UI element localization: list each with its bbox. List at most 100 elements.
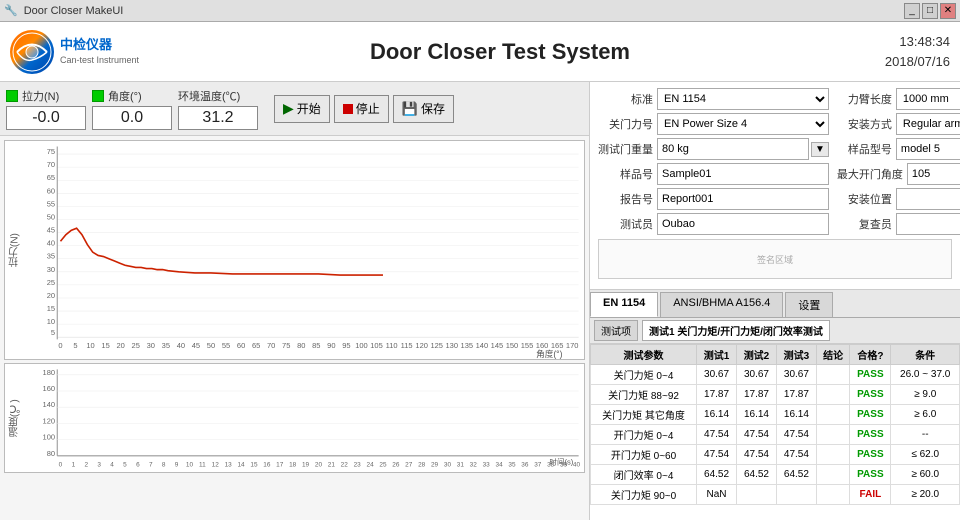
svg-text:40: 40 [47, 239, 55, 248]
svg-text:19: 19 [302, 462, 310, 469]
svg-text:7: 7 [149, 462, 153, 469]
conclusion-cell [816, 465, 850, 485]
tab-en1154[interactable]: EN 1154 [590, 292, 658, 317]
force-label: 拉力(N) [22, 88, 59, 104]
start-button[interactable]: ▶ 开始 [274, 95, 330, 123]
anzhuangweizhi-input[interactable] [896, 188, 960, 210]
ceshiren-input[interactable] [657, 213, 829, 235]
table-row: 关门力矩 其它角度16.1416.1416.14PASS≥ 6.0 [591, 405, 960, 425]
biaozhun-select[interactable]: EN 1154 [657, 88, 829, 110]
svg-text:25: 25 [132, 341, 140, 350]
conclusion-cell [816, 385, 850, 405]
signature-placeholder: 签名区域 [757, 253, 793, 266]
svg-text:60: 60 [237, 341, 245, 350]
anzhuang-row: 安装方式 Regular arm mounted [837, 113, 960, 135]
tab-ansi[interactable]: ANSI/BHMA A156.4 [660, 292, 783, 317]
svg-text:35: 35 [47, 252, 55, 261]
data-cell: 关门力矩 其它角度 [591, 405, 697, 425]
zuidakaimen-row: 最大开门角度 [837, 163, 960, 185]
tab-settings[interactable]: 设置 [785, 292, 833, 317]
logo-area: 中检仪器 Can-test Instrument [10, 30, 170, 74]
save-button[interactable]: 💾 保存 [393, 95, 454, 123]
conclusion-cell [816, 485, 850, 505]
data-cell: 关门力矩 90~0 [591, 485, 697, 505]
yangpinhao-input[interactable] [657, 163, 829, 185]
svg-text:75: 75 [47, 147, 55, 156]
angle-value: 0.0 [92, 106, 172, 130]
data-cell: -- [891, 425, 960, 445]
button-group: ▶ 开始 停止 💾 保存 [274, 95, 454, 123]
svg-text:9: 9 [175, 462, 179, 469]
data-cell: 47.54 [697, 445, 737, 465]
temp-time-chart: 温度(℃) 180 160 140 120 100 80 [4, 363, 585, 473]
svg-text:10: 10 [86, 341, 94, 350]
fuyuan-label: 复查员 [837, 216, 892, 232]
anzhuang-select[interactable]: Regular arm mounted [896, 113, 960, 135]
svg-text:2: 2 [84, 462, 88, 469]
data-cell: 开门力矩 0~60 [591, 445, 697, 465]
pass-fail-cell: PASS [850, 425, 891, 445]
angle-indicator [92, 90, 104, 102]
svg-text:30: 30 [147, 341, 155, 350]
close-button[interactable]: ✕ [940, 3, 956, 19]
svg-text:65: 65 [252, 341, 260, 350]
svg-text:6: 6 [136, 462, 140, 469]
chart-container: 拉力(N) 75 70 65 60 55 50 45 [0, 136, 589, 520]
pass-fail-cell: PASS [850, 405, 891, 425]
svg-text:5: 5 [123, 462, 127, 469]
svg-text:36: 36 [521, 462, 529, 469]
data-cell: 47.54 [776, 425, 816, 445]
force-indicator [6, 90, 18, 102]
zhongliang-input[interactable] [657, 138, 809, 160]
save-icon: 💾 [402, 101, 418, 117]
yangpinxing-input[interactable] [896, 138, 960, 160]
svg-text:35: 35 [508, 462, 516, 469]
sub-tab-test-items[interactable]: 测试项 [594, 320, 638, 341]
svg-text:80: 80 [297, 341, 305, 350]
biaozhun-label: 标准 [598, 91, 653, 107]
svg-text:45: 45 [47, 226, 55, 235]
svg-text:16: 16 [263, 462, 271, 469]
angle-label: 角度(°) [108, 88, 142, 104]
tab-bar: EN 1154 ANSI/BHMA A156.4 设置 [590, 290, 960, 318]
title-bar-text: Door Closer MakeUI [24, 5, 124, 17]
conclusion-cell [816, 365, 850, 385]
data-cell: 47.54 [737, 445, 777, 465]
results-table-wrap[interactable]: 测试参数 测试1 测试2 测试3 结论 合格? 条件 关门力矩 0~430.67… [590, 344, 960, 520]
svg-text:100: 100 [355, 341, 368, 350]
zhongliang-dropdown[interactable]: ▼ [811, 142, 829, 157]
content-area: 拉力(N) -0.0 角度(°) 0.0 环境温度(℃) 31.2 ▶ [0, 82, 960, 520]
data-cell: 17.87 [697, 385, 737, 405]
data-cell: 30.67 [737, 365, 777, 385]
svg-text:15: 15 [47, 304, 55, 313]
maximize-button[interactable]: □ [922, 3, 938, 19]
svg-text:105: 105 [370, 341, 383, 350]
svg-text:时间(s): 时间(s) [549, 456, 573, 466]
yangpinxing-label: 样品型号 [837, 141, 892, 157]
zuidakaimen-label: 最大开门角度 [837, 166, 903, 182]
baogaohao-input[interactable] [657, 188, 829, 210]
svg-text:155: 155 [521, 341, 534, 350]
svg-text:18: 18 [289, 462, 297, 469]
svg-text:160: 160 [43, 384, 56, 393]
conclusion-cell [816, 425, 850, 445]
force-angle-chart: 拉力(N) 75 70 65 60 55 50 45 [4, 140, 585, 360]
fuyuan-input[interactable] [896, 213, 960, 235]
stop-button[interactable]: 停止 [334, 95, 389, 123]
zuidakaimen-input[interactable] [907, 163, 960, 185]
time-display: 13:48:34 [830, 32, 950, 52]
window-controls[interactable]: _ □ ✕ [904, 3, 956, 19]
sub-tab-test1[interactable]: 测试1 关门力矩/开门力矩/闭门效率测试 [642, 320, 830, 341]
title-bar-icon: 🔧 [4, 4, 18, 17]
data-cell: 关门力矩 88~92 [591, 385, 697, 405]
libi-select[interactable]: 1000 mm [896, 88, 960, 110]
svg-text:0: 0 [59, 462, 63, 469]
svg-text:0: 0 [58, 341, 62, 350]
data-cell: 30.67 [776, 365, 816, 385]
minimize-button[interactable]: _ [904, 3, 920, 19]
svg-text:31: 31 [457, 462, 465, 469]
guanmen-select[interactable]: EN Power Size 4 [657, 113, 829, 135]
svg-text:90: 90 [327, 341, 335, 350]
svg-text:8: 8 [162, 462, 166, 469]
play-icon: ▶ [283, 100, 294, 117]
